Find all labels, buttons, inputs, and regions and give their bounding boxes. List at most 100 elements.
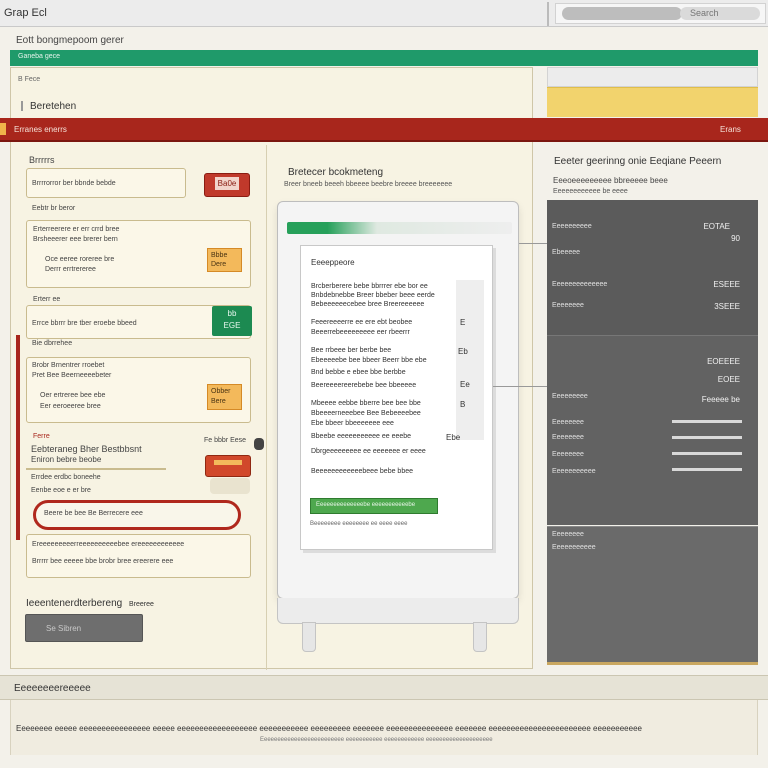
document-side-mark: E: [460, 318, 466, 327]
summary-row-label: Eeeeeeee: [552, 531, 584, 538]
red-band-right-label[interactable]: Erans: [720, 125, 741, 134]
summary-row-bar: [672, 420, 742, 423]
document-line: Beereeeereerebebe bee bbeeeee: [311, 382, 417, 389]
document-line: Bbeebe eeeeeeeeeee ee eeebe: [311, 433, 412, 440]
form-group-4-line2: Pret Bee Beerneeeebeter: [32, 372, 112, 379]
form-group-5-subtitle: Eniron bebre beobe: [31, 455, 102, 464]
document-line: Brcberberere bebe bbrrrer ebe bor ee: [311, 283, 428, 290]
right-panel-title: Eeeter geerinng onie Eeqiane Peeern: [554, 156, 722, 167]
summary-row-value: 3SEEE: [714, 302, 740, 311]
document-line: Beeerrebeeeeeeeee eer rbeerrr: [311, 329, 410, 336]
right-panel-subtitle: Eeeoeeeeeeeee bbreeeee beee: [553, 176, 668, 185]
bottom-section-label: Eeeeeeeereeeee: [14, 683, 91, 694]
footer-caption: Eeeeeeeeeeeeeeeeeeeeeeeee eeeeeeeeeee ee…: [260, 737, 493, 743]
connector-line: [519, 243, 547, 244]
form-group-1-heading: Brrrrrs: [29, 155, 55, 165]
document-line: Feeereeeerre ee ere ebt beobee: [311, 319, 413, 326]
red-section-band: [0, 118, 768, 142]
summary-row-bar: [672, 468, 742, 471]
yellow-highlight-strip: [547, 87, 758, 117]
form-group-5-side-label: Fe bbbr Eese: [204, 437, 247, 444]
document-line: Bbeeeerneeebee Bee Bebeeeebee: [311, 410, 421, 417]
summary-row-label: Eeeeeeee: [552, 434, 584, 441]
form-group-5-action-icon[interactable]: [205, 455, 251, 477]
document-line: Dbrgeeeeeeeee ee eeeeeee er eeee: [311, 448, 426, 455]
bottom-form-label: Ieeentenerdterbereng Breeree: [26, 598, 154, 609]
submit-button[interactable]: Se Sibren: [25, 614, 143, 642]
footer-text: Eeeeeeee eeeee eeeeeeeeeeeeeeee eeeee ee…: [16, 724, 642, 733]
form-group-1-badge[interactable]: Ba0e: [204, 173, 250, 197]
form-group-5-action-shadow: [210, 478, 250, 494]
document-confirm-text: Eeeeeeeeeeeeeebe eeeeeeeeeeebe: [316, 502, 416, 508]
form-group-5-line2: Eenbe eoe e er bre: [31, 487, 91, 494]
form-group-5-tag: Ferre: [33, 433, 50, 440]
form-group-5-line1: Errdee erdbc boneehe: [31, 474, 101, 481]
summary-row-label: Eeeeeeeeeee: [552, 544, 596, 551]
form-group-1-line2: Eebtr br beror: [32, 205, 76, 212]
form-group-4-line4: Eer eeroeeree bree: [40, 403, 101, 410]
search-progress-track: [562, 7, 682, 20]
form-group-4-badge[interactable]: Obber Bere: [207, 384, 242, 410]
form-group-3-line2: Bie dbrrehee: [32, 340, 73, 347]
summary-row-label: Eeeeeeee: [552, 302, 584, 309]
bottom-form-label-suffix: Breeree: [128, 601, 154, 608]
form-group-4-line3: Oer ertreree bee ebe: [40, 392, 106, 399]
connector-line: [493, 386, 547, 387]
summary-row-label: Eeeeeeeeeee: [552, 468, 596, 475]
column-divider: [266, 145, 267, 670]
document-line: Bnbdebnebbe Breer bbeber beee eerde: [311, 292, 435, 299]
form-group-3-badge-top: bb: [227, 309, 237, 318]
summary-panel-accent: [547, 662, 758, 665]
document-side-shade: [456, 280, 484, 440]
document-line: Bee rrbeee ber berbe bee: [311, 347, 392, 354]
red-band-title: Erranes enerrs: [14, 125, 67, 134]
form-group-5-title: Eebteraneg Bher Bestbbsnt: [31, 444, 142, 454]
preview-subtitle: Breer bneeb beeeh bbeeee beebre breeee b…: [284, 181, 453, 188]
info-paragraph-line2: Brrrrr bee eeeee bbe brobr bree ereerere…: [32, 558, 174, 565]
form-group-2-line1: Erterreerere er err crrd bree: [33, 226, 120, 233]
red-accent-bar: [16, 335, 20, 540]
summary-row-label: Eeeeeeee: [552, 451, 584, 458]
document-line: Ebe bbeer bbeeeeeee eee: [311, 420, 394, 427]
form-group-2-line3: Oce eeree roreree bre: [45, 256, 115, 263]
summary-row-label: Eeeeeeeeee: [552, 223, 592, 230]
summary-row-bar: [672, 452, 742, 455]
device-base: [277, 598, 519, 624]
summary-row-label: Eeeeeeeee: [552, 393, 588, 400]
device-leg-right: [473, 622, 487, 652]
form-group-4-line1: Brobr Brnentrer rroebet: [32, 362, 105, 369]
red-band-marker-icon: [0, 123, 6, 135]
search-input[interactable]: [690, 6, 760, 20]
form-group-3-tag: Erterr ee: [33, 296, 61, 303]
summary-row-bar: [672, 436, 742, 439]
summary-row-label: Eeeeeeeeeeeeee: [552, 281, 608, 288]
summary-row-value: Feeeee be: [701, 395, 740, 404]
document-line: Bnd bebbe e ebee bbe berbbe: [311, 369, 406, 376]
form-group-2-line2: Brsheeerer eee brerer bern: [33, 236, 118, 243]
app-title: Grap Ecl: [4, 7, 47, 19]
left-panel-tag: B Fece: [18, 76, 41, 83]
highlighted-field-text: Beere be bee Be Berrecere eee: [44, 510, 143, 517]
summary-row-value: 90: [731, 234, 740, 243]
preview-title: Bretecer bcokmeteng: [288, 167, 384, 178]
summary-panel-top: [547, 200, 758, 335]
form-group-1-badge-label: Ba0e: [214, 177, 240, 190]
document-side-mark: B: [460, 400, 466, 409]
document-side-mark: Ebe: [446, 433, 461, 442]
document-line: Beeeeeeeeeeeebeee bebe bbee: [311, 468, 413, 475]
form-group-1-line1: Brrrrorror ber bbnde bebde: [32, 180, 116, 187]
breadcrumb[interactable]: Eott bongmepoom gerer: [16, 35, 124, 46]
section-marker: [21, 101, 23, 111]
device-progress-bar: [287, 222, 512, 234]
summary-row-label: Ebeeeee: [552, 249, 581, 256]
green-header-band: [10, 50, 758, 66]
summary-row-label: Eeeeeeee: [552, 419, 584, 426]
form-group-5-action-icon-detail: [214, 460, 242, 465]
right-panel-subtitle-2: Eeeeeeeeeeee be eeee: [553, 188, 628, 195]
document-line: Bebeeeeeecebee bree Breereeeeee: [311, 301, 425, 308]
form-group-3-badge[interactable]: bb EGE: [212, 306, 252, 336]
summary-row-value: ESEEE: [713, 280, 740, 289]
form-group-2-badge[interactable]: Bbbe Dere: [207, 248, 242, 272]
help-icon[interactable]: [254, 438, 264, 450]
left-section-title: Beretehen: [30, 101, 77, 112]
